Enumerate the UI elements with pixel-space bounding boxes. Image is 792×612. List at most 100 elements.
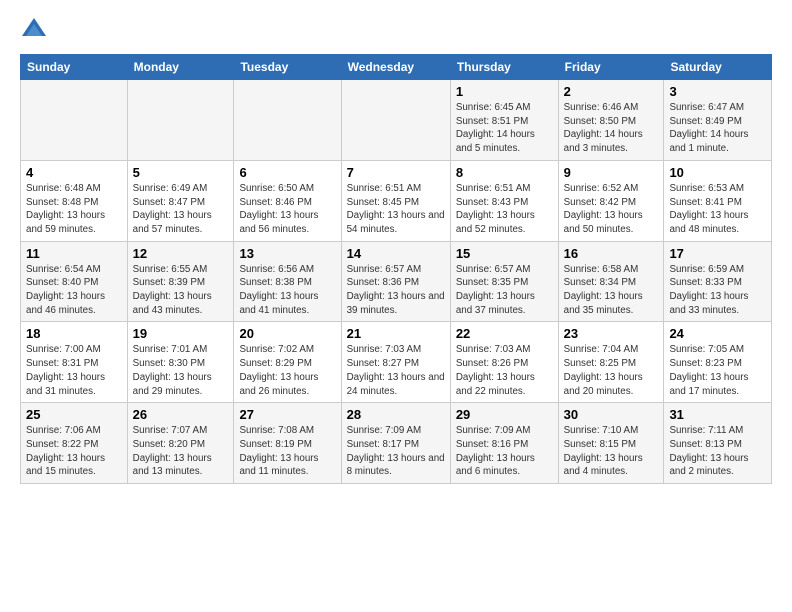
calendar-cell: 8 Sunrise: 6:51 AM Sunset: 8:43 PM Daylig…: [450, 160, 558, 241]
day-info: Sunrise: 6:47 AM Sunset: 8:49 PM Dayligh…: [669, 101, 766, 156]
calendar-cell: 16Sunrise: 6:58 AM Sunset: 8:34 PM Dayli…: [558, 241, 664, 322]
day-info: Sunrise: 7:05 AM Sunset: 8:23 PM Dayligh…: [669, 343, 766, 398]
day-info: Sunrise: 6:56 AM Sunset: 8:38 PM Dayligh…: [239, 263, 335, 318]
day-info: Sunrise: 6:52 AM Sunset: 8:42 PM Dayligh…: [564, 182, 659, 237]
calendar-cell: 7 Sunrise: 6:51 AM Sunset: 8:45 PM Daylig…: [341, 160, 450, 241]
day-info: Sunrise: 7:02 AM Sunset: 8:29 PM Dayligh…: [239, 343, 335, 398]
day-number: 23: [564, 326, 659, 341]
calendar-cell: 6 Sunrise: 6:50 AM Sunset: 8:46 PM Daylig…: [234, 160, 341, 241]
calendar-cell: 24 Sunrise: 7:05 AM Sunset: 8:23 PM Dayli…: [664, 322, 772, 403]
calendar-cell: 9 Sunrise: 6:52 AM Sunset: 8:42 PM Daylig…: [558, 160, 664, 241]
day-number: 13: [239, 246, 335, 261]
calendar-cell: [341, 80, 450, 161]
day-number: 24: [669, 326, 766, 341]
day-info: Sunrise: 6:50 AM Sunset: 8:46 PM Dayligh…: [239, 182, 335, 237]
calendar-cell: 2 Sunrise: 6:46 AM Sunset: 8:50 PM Daylig…: [558, 80, 664, 161]
header-cell-tuesday: Tuesday: [234, 55, 341, 80]
calendar-cell: 4Sunrise: 6:48 AM Sunset: 8:48 PM Daylig…: [21, 160, 128, 241]
day-info: Sunrise: 6:57 AM Sunset: 8:35 PM Dayligh…: [456, 263, 553, 318]
day-number: 25: [26, 407, 122, 422]
week-row-2: 4Sunrise: 6:48 AM Sunset: 8:48 PM Daylig…: [21, 160, 772, 241]
day-info: Sunrise: 6:48 AM Sunset: 8:48 PM Dayligh…: [26, 182, 122, 237]
day-info: Sunrise: 7:10 AM Sunset: 8:15 PM Dayligh…: [564, 424, 659, 479]
calendar-cell: 3 Sunrise: 6:47 AM Sunset: 8:49 PM Daylig…: [664, 80, 772, 161]
day-number: 18: [26, 326, 122, 341]
header-row: SundayMondayTuesdayWednesdayThursdayFrid…: [21, 55, 772, 80]
day-number: 22: [456, 326, 553, 341]
calendar-cell: 15 Sunrise: 6:57 AM Sunset: 8:35 PM Dayli…: [450, 241, 558, 322]
day-info: Sunrise: 7:07 AM Sunset: 8:20 PM Dayligh…: [133, 424, 229, 479]
day-number: 6: [239, 165, 335, 180]
day-number: 7: [347, 165, 445, 180]
header-cell-wednesday: Wednesday: [341, 55, 450, 80]
day-number: 1: [456, 84, 553, 99]
day-info: Sunrise: 7:09 AM Sunset: 8:16 PM Dayligh…: [456, 424, 553, 479]
calendar-cell: 13 Sunrise: 6:56 AM Sunset: 8:38 PM Dayli…: [234, 241, 341, 322]
calendar-header: SundayMondayTuesdayWednesdayThursdayFrid…: [21, 55, 772, 80]
day-number: 2: [564, 84, 659, 99]
day-info: Sunrise: 6:57 AM Sunset: 8:36 PM Dayligh…: [347, 263, 445, 318]
calendar-cell: 1 Sunrise: 6:45 AM Sunset: 8:51 PM Daylig…: [450, 80, 558, 161]
day-number: 9: [564, 165, 659, 180]
calendar-cell: 30 Sunrise: 7:10 AM Sunset: 8:15 PM Dayli…: [558, 403, 664, 484]
day-info: Sunrise: 6:53 AM Sunset: 8:41 PM Dayligh…: [669, 182, 766, 237]
day-number: 17: [669, 246, 766, 261]
day-info: Sunrise: 6:51 AM Sunset: 8:43 PM Dayligh…: [456, 182, 553, 237]
day-number: 10: [669, 165, 766, 180]
calendar-cell: 18Sunrise: 7:00 AM Sunset: 8:31 PM Dayli…: [21, 322, 128, 403]
day-number: 12: [133, 246, 229, 261]
day-info: Sunrise: 7:04 AM Sunset: 8:25 PM Dayligh…: [564, 343, 659, 398]
calendar-cell: [234, 80, 341, 161]
page: SundayMondayTuesdayWednesdayThursdayFrid…: [0, 0, 792, 494]
day-number: 29: [456, 407, 553, 422]
calendar-cell: 5Sunrise: 6:49 AM Sunset: 8:47 PM Daylig…: [127, 160, 234, 241]
day-info: Sunrise: 6:58 AM Sunset: 8:34 PM Dayligh…: [564, 263, 659, 318]
day-info: Sunrise: 7:03 AM Sunset: 8:26 PM Dayligh…: [456, 343, 553, 398]
day-number: 27: [239, 407, 335, 422]
day-info: Sunrise: 6:55 AM Sunset: 8:39 PM Dayligh…: [133, 263, 229, 318]
calendar-cell: 22 Sunrise: 7:03 AM Sunset: 8:26 PM Dayli…: [450, 322, 558, 403]
week-row-1: 1 Sunrise: 6:45 AM Sunset: 8:51 PM Daylig…: [21, 80, 772, 161]
calendar-cell: 12 Sunrise: 6:55 AM Sunset: 8:39 PM Dayli…: [127, 241, 234, 322]
day-number: 3: [669, 84, 766, 99]
day-number: 11: [26, 246, 122, 261]
day-info: Sunrise: 6:46 AM Sunset: 8:50 PM Dayligh…: [564, 101, 659, 156]
calendar-cell: 31Sunrise: 7:11 AM Sunset: 8:13 PM Dayli…: [664, 403, 772, 484]
day-number: 19: [133, 326, 229, 341]
calendar-cell: 27 Sunrise: 7:08 AM Sunset: 8:19 PM Dayli…: [234, 403, 341, 484]
day-number: 30: [564, 407, 659, 422]
day-info: Sunrise: 6:51 AM Sunset: 8:45 PM Dayligh…: [347, 182, 445, 237]
logo: [20, 16, 52, 44]
day-info: Sunrise: 7:06 AM Sunset: 8:22 PM Dayligh…: [26, 424, 122, 479]
day-info: Sunrise: 6:45 AM Sunset: 8:51 PM Dayligh…: [456, 101, 553, 156]
day-number: 26: [133, 407, 229, 422]
header: [20, 16, 772, 44]
calendar-cell: 20Sunrise: 7:02 AM Sunset: 8:29 PM Dayli…: [234, 322, 341, 403]
day-info: Sunrise: 7:01 AM Sunset: 8:30 PM Dayligh…: [133, 343, 229, 398]
calendar-cell: 29 Sunrise: 7:09 AM Sunset: 8:16 PM Dayli…: [450, 403, 558, 484]
header-cell-monday: Monday: [127, 55, 234, 80]
day-info: Sunrise: 7:09 AM Sunset: 8:17 PM Dayligh…: [347, 424, 445, 479]
day-info: Sunrise: 7:08 AM Sunset: 8:19 PM Dayligh…: [239, 424, 335, 479]
day-number: 14: [347, 246, 445, 261]
calendar-cell: 10 Sunrise: 6:53 AM Sunset: 8:41 PM Dayli…: [664, 160, 772, 241]
calendar-cell: [127, 80, 234, 161]
day-number: 15: [456, 246, 553, 261]
day-info: Sunrise: 6:59 AM Sunset: 8:33 PM Dayligh…: [669, 263, 766, 318]
calendar-cell: 11 Sunrise: 6:54 AM Sunset: 8:40 PM Dayli…: [21, 241, 128, 322]
header-cell-saturday: Saturday: [664, 55, 772, 80]
week-row-5: 25 Sunrise: 7:06 AM Sunset: 8:22 PM Dayli…: [21, 403, 772, 484]
week-row-4: 18Sunrise: 7:00 AM Sunset: 8:31 PM Dayli…: [21, 322, 772, 403]
calendar-cell: 25 Sunrise: 7:06 AM Sunset: 8:22 PM Dayli…: [21, 403, 128, 484]
logo-icon: [20, 16, 48, 44]
calendar-cell: [21, 80, 128, 161]
header-cell-friday: Friday: [558, 55, 664, 80]
day-number: 21: [347, 326, 445, 341]
calendar-body: 1 Sunrise: 6:45 AM Sunset: 8:51 PM Daylig…: [21, 80, 772, 484]
calendar-cell: 28Sunrise: 7:09 AM Sunset: 8:17 PM Dayli…: [341, 403, 450, 484]
calendar-cell: 14 Sunrise: 6:57 AM Sunset: 8:36 PM Dayli…: [341, 241, 450, 322]
day-number: 8: [456, 165, 553, 180]
day-info: Sunrise: 6:54 AM Sunset: 8:40 PM Dayligh…: [26, 263, 122, 318]
calendar-cell: 26 Sunrise: 7:07 AM Sunset: 8:20 PM Dayli…: [127, 403, 234, 484]
week-row-3: 11 Sunrise: 6:54 AM Sunset: 8:40 PM Dayli…: [21, 241, 772, 322]
